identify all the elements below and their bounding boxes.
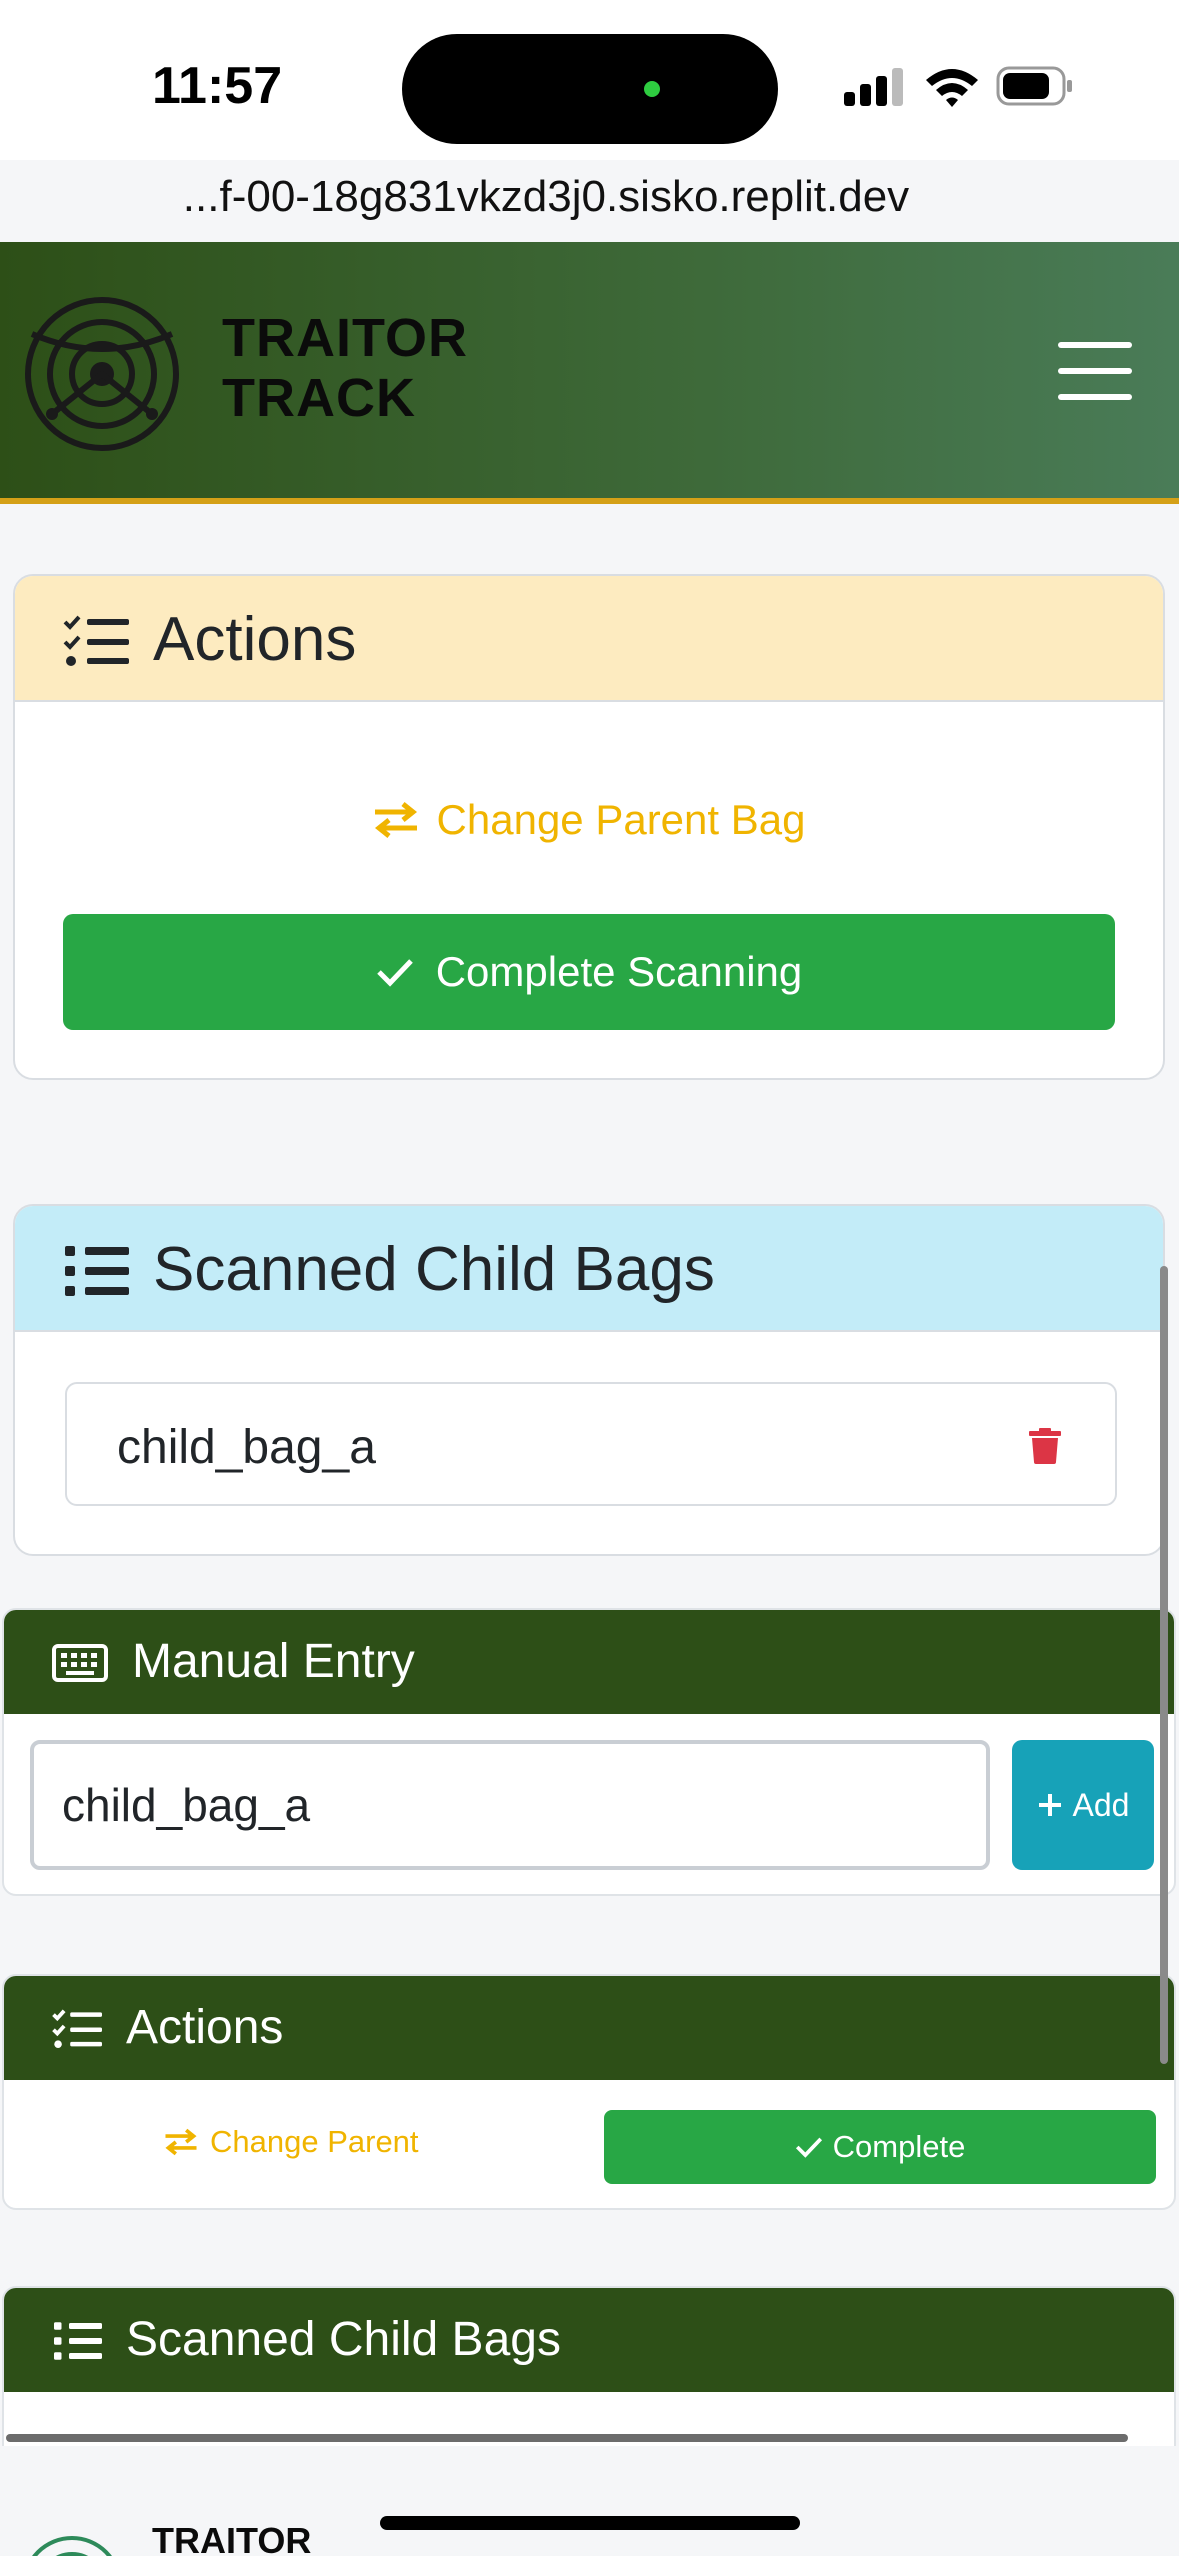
plus-icon (1038, 1794, 1061, 1816)
child-bag-name: child_bag_a (117, 1421, 376, 1474)
scanned-child-bags-card: Scanned Child Bags child_bag_a (13, 1204, 1165, 1556)
exchange-arrows-icon (165, 2128, 197, 2156)
check-icon (376, 959, 413, 987)
list-icon (54, 2322, 102, 2360)
scanned-child-bags-compact-card: Scanned Child Bags (2, 2286, 1176, 2446)
tasks-list-icon (63, 615, 129, 666)
footer-logo-icon (32, 2536, 112, 2556)
brand-name[interactable]: TRAITOR TRACK (222, 308, 468, 428)
exchange-arrows-icon (374, 802, 417, 838)
check-icon (795, 2137, 822, 2158)
scanned-compact-title: Scanned Child Bags (126, 2313, 561, 2366)
dynamic-island (402, 34, 778, 144)
list-icon (65, 1246, 129, 1296)
complete-scanning-label: Complete Scanning (435, 948, 803, 995)
actions-card: Actions Change Parent Bag Complete Scann… (13, 574, 1165, 1080)
scanned-compact-header: Scanned Child Bags (4, 2288, 1174, 2392)
camera-indicator-icon (644, 81, 660, 97)
actions-compact-header: Actions (4, 1976, 1174, 2080)
app-navbar: TRAITOR TRACK (0, 242, 1179, 504)
url-bar[interactable]: ...f-00-18g831vkzd3j0.sisko.replit.dev (0, 172, 1092, 222)
manual-entry-card: Manual Entry Add (2, 1608, 1176, 1896)
manual-entry-title: Manual Entry (132, 1635, 415, 1688)
battery-icon (996, 66, 1072, 106)
manual-entry-header: Manual Entry (4, 1610, 1174, 1714)
bag-id-input[interactable] (30, 1740, 990, 1870)
footer-brand: TRAITOR (152, 2520, 312, 2556)
scanned-card-title: Scanned Child Bags (153, 1235, 715, 1304)
status-time: 11:57 (152, 57, 283, 115)
traitor-track-logo-icon[interactable] (22, 294, 182, 454)
scanned-card-header: Scanned Child Bags (15, 1206, 1163, 1332)
change-parent-label: Change Parent (210, 2124, 419, 2159)
actions-compact-title: Actions (126, 2001, 284, 2054)
status-bar: 11:57 ...f-00-18g831vkzd3j0.sisko.replit… (0, 0, 1179, 221)
brand-line-1: TRAITOR (222, 308, 468, 368)
status-icons (844, 66, 1072, 107)
actions-card-header: Actions (15, 576, 1163, 702)
home-indicator[interactable] (380, 2516, 800, 2530)
horizontal-scrollbar[interactable] (6, 2434, 1128, 2442)
change-parent-link[interactable]: Change Parent (164, 2124, 419, 2160)
hamburger-menu-icon[interactable] (1058, 342, 1132, 400)
keyboard-icon (52, 1644, 108, 1682)
complete-scanning-button[interactable]: Complete Scanning (63, 914, 1115, 1030)
change-parent-bag-label: Change Parent Bag (436, 796, 806, 843)
tasks-list-icon (52, 2009, 102, 2048)
change-parent-bag-link[interactable]: Change Parent Bag (15, 796, 1163, 844)
cellular-signal-icon (844, 68, 903, 106)
trash-icon[interactable] (1029, 1428, 1061, 1464)
complete-label: Complete (832, 2129, 966, 2164)
list-item: child_bag_a (65, 1382, 1117, 1506)
add-button[interactable]: Add (1012, 1740, 1154, 1870)
brand-line-2: TRACK (222, 368, 416, 428)
vertical-scrollbar[interactable] (1160, 1266, 1168, 2064)
complete-button[interactable]: Complete (604, 2110, 1156, 2184)
wifi-icon (926, 69, 978, 107)
add-button-label: Add (1072, 1786, 1130, 1823)
actions-card-title: Actions (153, 605, 357, 674)
actions-compact-card: Actions Change Parent Complete (2, 1974, 1176, 2210)
